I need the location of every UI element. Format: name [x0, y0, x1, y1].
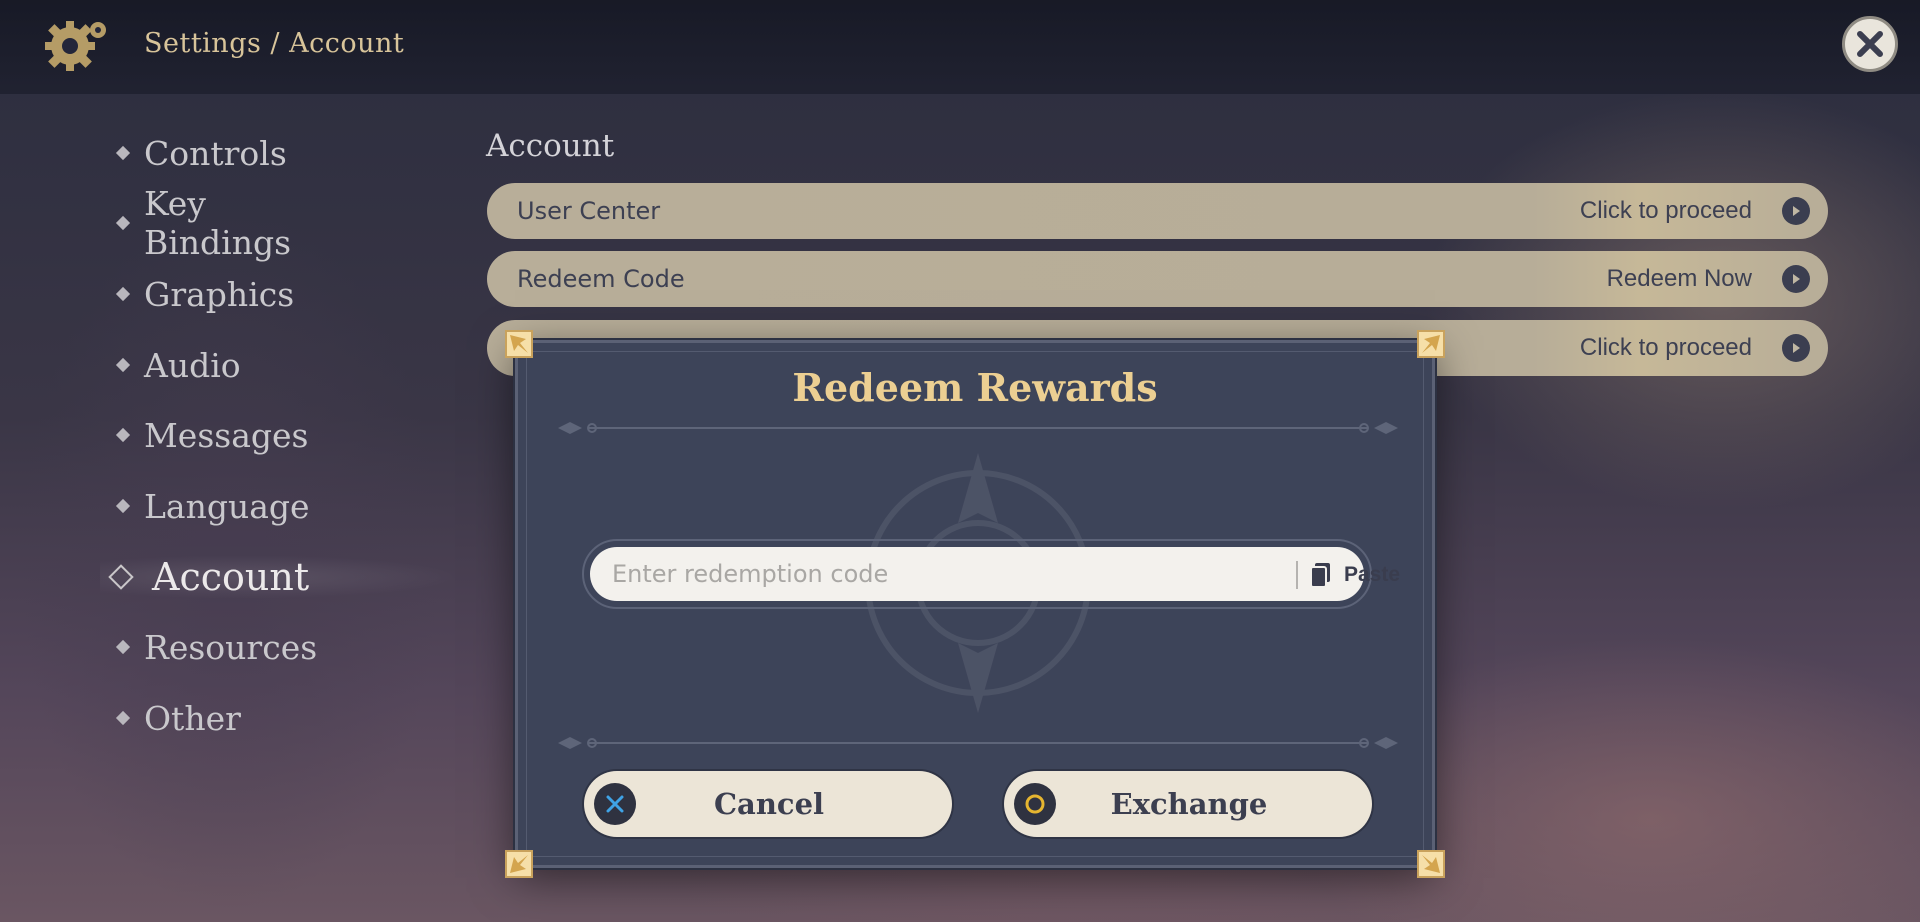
row-label: User Center — [517, 197, 661, 225]
corner-ornament-icon — [1417, 330, 1445, 358]
exchange-label: Exchange — [1110, 787, 1268, 821]
diamond-icon — [115, 145, 131, 161]
arrow-right-icon — [1782, 197, 1810, 225]
user-center-row[interactable]: User Center Click to proceed — [487, 183, 1828, 239]
redeem-dialog: Redeem Rewards Paste Cancel E — [505, 330, 1445, 878]
paste-label: Paste — [1344, 563, 1401, 586]
redeem-code-row[interactable]: Redeem Code Redeem Now — [487, 251, 1828, 307]
diamond-icon — [115, 215, 131, 231]
gear-icon[interactable] — [42, 18, 112, 74]
circle-button-icon — [1014, 783, 1056, 825]
row-label: Redeem Code — [517, 265, 685, 293]
diamond-icon — [115, 710, 131, 726]
cancel-label: Cancel — [713, 787, 825, 821]
clipboard-icon — [1310, 563, 1330, 588]
ornamental-divider — [558, 422, 1398, 434]
sidebar-item-label: Graphics — [144, 274, 295, 314]
sidebar-item-audio[interactable]: Audio — [115, 340, 241, 390]
redemption-code-input[interactable] — [590, 547, 1364, 601]
sidebar-item-controls[interactable]: Controls — [115, 128, 287, 178]
row-action-label: Click to proceed — [1579, 334, 1752, 361]
section-title: Account — [486, 128, 615, 164]
diamond-icon — [115, 357, 131, 373]
diamond-icon — [115, 286, 131, 302]
paste-button[interactable]: Paste — [1310, 555, 1400, 595]
sidebar-item-label: Key Bindings — [144, 184, 292, 262]
close-icon — [1857, 31, 1883, 57]
breadcrumb: Settings / Account — [144, 28, 405, 59]
arrow-right-icon — [1782, 334, 1810, 362]
diamond-outline-icon — [108, 564, 134, 590]
corner-ornament-icon — [505, 330, 533, 358]
sidebar-item-label: Audio — [144, 345, 241, 385]
sidebar-item-resources[interactable]: Resources — [115, 622, 318, 672]
sidebar-item-messages[interactable]: Messages — [115, 410, 309, 460]
paste-separator — [1296, 561, 1298, 589]
row-action-label: Redeem Now — [1606, 265, 1752, 292]
sidebar-item-label: Resources — [144, 627, 318, 667]
sidebar-item-key-bindings[interactable]: Key Bindings — [115, 184, 291, 262]
row-action-label: Click to proceed — [1579, 197, 1752, 224]
corner-ornament-icon — [505, 850, 533, 878]
close-button[interactable] — [1842, 16, 1898, 72]
exchange-button[interactable]: Exchange — [1004, 771, 1372, 837]
sidebar-item-account[interactable]: Account — [108, 552, 310, 602]
cross-button-icon — [594, 783, 636, 825]
diamond-icon — [115, 498, 131, 514]
dialog-title: Redeem Rewards — [792, 365, 1158, 410]
sidebar-item-label: Controls — [144, 133, 287, 173]
sidebar-item-label: Account — [152, 555, 310, 599]
top-bar: Settings / Account — [0, 0, 1920, 94]
sidebar-item-language[interactable]: Language — [115, 481, 310, 531]
diamond-icon — [115, 639, 131, 655]
corner-ornament-icon — [1417, 850, 1445, 878]
cancel-button[interactable]: Cancel — [584, 771, 952, 837]
diamond-icon — [115, 427, 131, 443]
sidebar-item-label: Messages — [144, 415, 309, 455]
sidebar-item-graphics[interactable]: Graphics — [115, 269, 295, 319]
sidebar-item-other[interactable]: Other — [115, 693, 241, 743]
code-field-frame: Paste — [582, 539, 1400, 609]
sidebar-item-label: Language — [144, 486, 310, 526]
sidebar-item-label: Other — [144, 698, 241, 738]
ornamental-divider — [558, 737, 1398, 749]
arrow-right-icon — [1782, 265, 1810, 293]
